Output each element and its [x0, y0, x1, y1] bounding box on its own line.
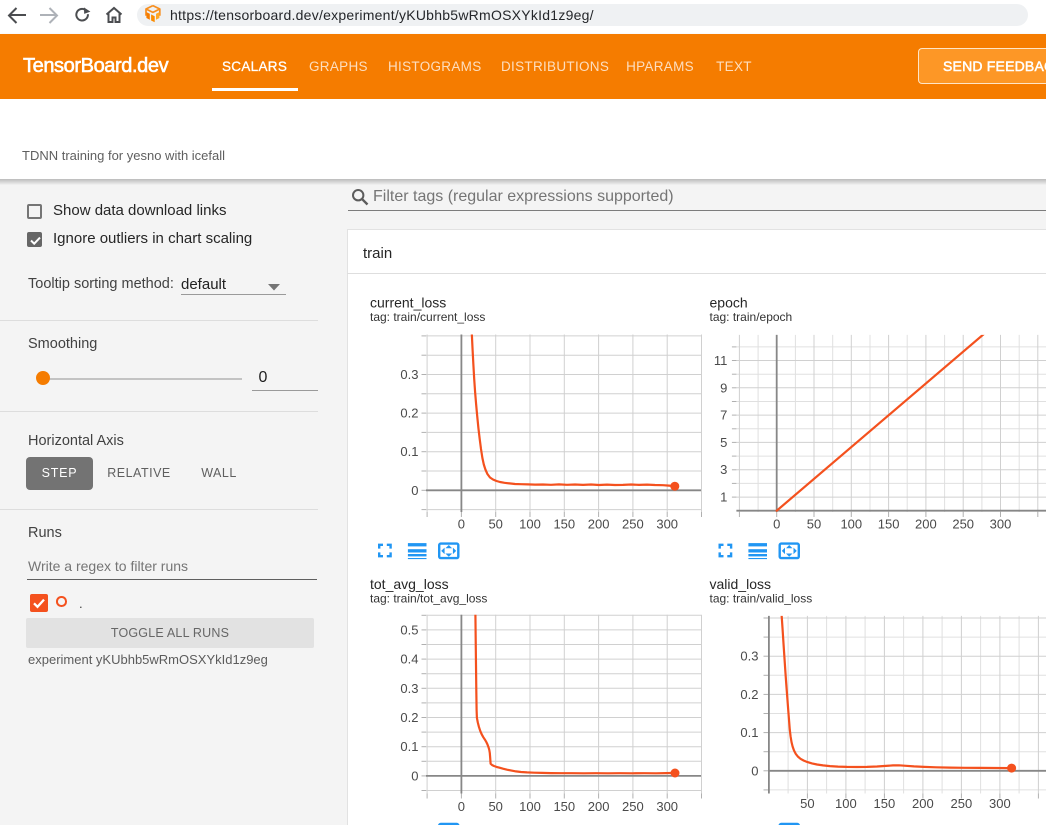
svg-text:11: 11 — [714, 353, 728, 368]
svg-text:250: 250 — [951, 796, 973, 811]
svg-text:250: 250 — [622, 517, 644, 532]
svg-text:300: 300 — [656, 799, 678, 814]
svg-text:tag: train/tot_avg_loss: tag: train/tot_avg_loss — [370, 592, 487, 606]
svg-text:0.3: 0.3 — [400, 367, 418, 382]
svg-text:current_loss: current_loss — [370, 295, 446, 311]
svg-text:9: 9 — [720, 380, 727, 395]
svg-text:100: 100 — [519, 799, 541, 814]
svg-text:50: 50 — [488, 799, 502, 814]
svg-text:3: 3 — [720, 462, 727, 477]
svg-text:300: 300 — [989, 796, 1011, 811]
svg-text:0: 0 — [458, 517, 465, 532]
svg-text:50: 50 — [807, 517, 821, 532]
svg-text:100: 100 — [835, 796, 857, 811]
svg-text:250: 250 — [952, 517, 974, 532]
svg-text:0: 0 — [411, 768, 418, 783]
svg-text:200: 200 — [588, 799, 610, 814]
svg-text:150: 150 — [553, 517, 575, 532]
svg-text:0.5: 0.5 — [400, 622, 418, 637]
svg-text:7: 7 — [720, 408, 727, 423]
svg-text:0: 0 — [751, 763, 758, 778]
svg-text:0.1: 0.1 — [740, 725, 758, 740]
svg-text:tot_avg_loss: tot_avg_loss — [370, 576, 449, 592]
svg-text:100: 100 — [519, 517, 541, 532]
svg-text:0.1: 0.1 — [400, 739, 418, 754]
svg-text:tag: train/valid_loss: tag: train/valid_loss — [710, 592, 813, 606]
svg-text:0: 0 — [411, 483, 418, 498]
svg-text:50: 50 — [488, 517, 502, 532]
svg-text:100: 100 — [840, 517, 862, 532]
svg-text:1: 1 — [720, 490, 727, 505]
svg-text:150: 150 — [553, 799, 575, 814]
svg-text:0.1: 0.1 — [400, 444, 418, 459]
svg-text:150: 150 — [874, 796, 896, 811]
svg-text:0: 0 — [773, 517, 780, 532]
svg-text:200: 200 — [588, 517, 610, 532]
svg-text:tag: train/epoch: tag: train/epoch — [710, 310, 793, 324]
svg-text:0.2: 0.2 — [400, 406, 418, 421]
svg-text:300: 300 — [990, 517, 1012, 532]
svg-text:0.2: 0.2 — [400, 710, 418, 725]
svg-text:300: 300 — [656, 517, 678, 532]
svg-text:0.3: 0.3 — [400, 681, 418, 696]
svg-text:valid_loss: valid_loss — [710, 576, 771, 592]
svg-text:200: 200 — [912, 796, 934, 811]
svg-text:epoch: epoch — [710, 295, 748, 311]
svg-text:50: 50 — [800, 796, 814, 811]
svg-text:0.2: 0.2 — [740, 687, 758, 702]
svg-text:250: 250 — [622, 799, 644, 814]
svg-text:0: 0 — [458, 799, 465, 814]
svg-text:0.4: 0.4 — [400, 652, 418, 667]
svg-text:0.3: 0.3 — [740, 649, 758, 664]
svg-text:tag: train/current_loss: tag: train/current_loss — [370, 310, 485, 324]
svg-text:200: 200 — [915, 517, 937, 532]
svg-text:5: 5 — [720, 435, 727, 450]
svg-text:150: 150 — [878, 517, 900, 532]
